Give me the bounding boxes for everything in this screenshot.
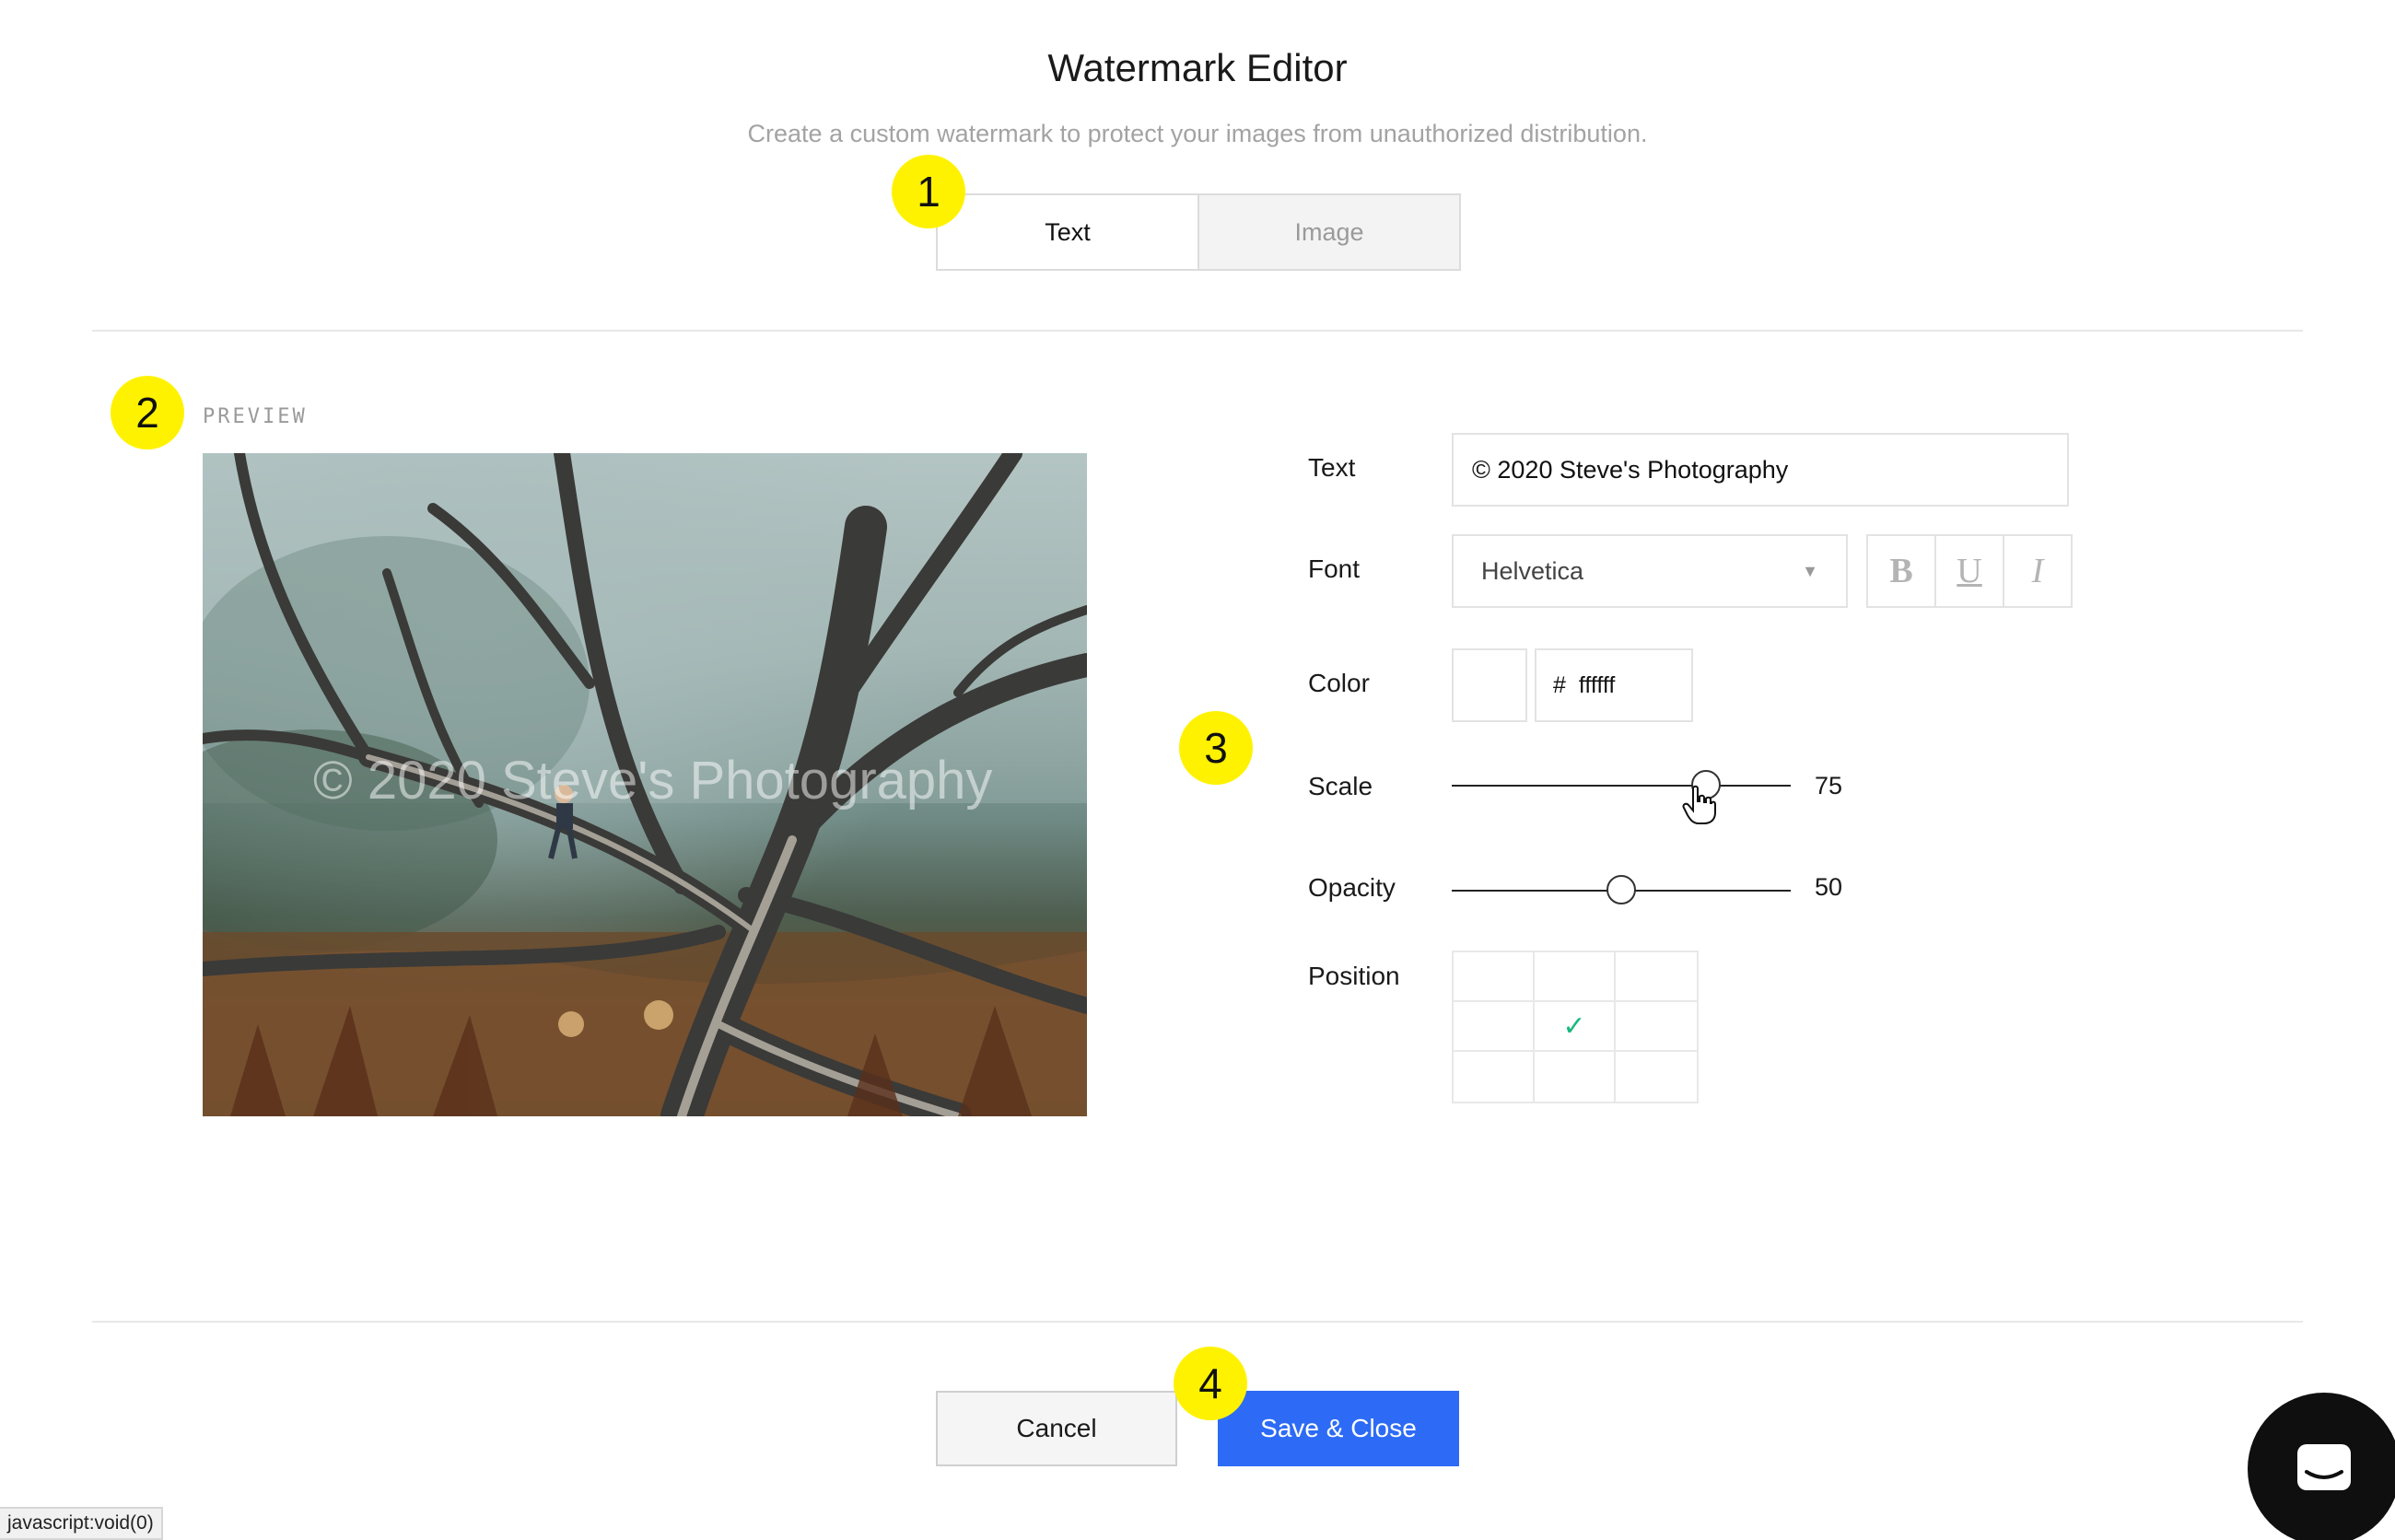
scale-value: 75: [1815, 772, 1843, 799]
position-middle-left[interactable]: [1454, 1002, 1535, 1052]
position-grid: ✓: [1452, 951, 1699, 1103]
preview-label: PREVIEW: [203, 405, 308, 428]
top-divider: [92, 330, 2303, 332]
bold-button[interactable]: B: [1868, 536, 1936, 606]
status-bar-url: javascript:void(0): [0, 1507, 163, 1540]
color-hex-input[interactable]: # ffffff: [1535, 648, 1693, 722]
text-label: Text: [1308, 453, 1356, 482]
watermark-overlay: © 2020 Steve's Photography: [313, 751, 993, 811]
scale-slider[interactable]: [1452, 770, 1791, 799]
color-hex-value: ffffff: [1578, 671, 1616, 698]
chevron-down-icon: ▼: [1802, 561, 1818, 580]
color-label: Color: [1308, 669, 1370, 697]
font-label: Font: [1308, 554, 1361, 583]
page-title: Watermark Editor: [1047, 46, 1348, 89]
save-close-button[interactable]: Save & Close: [1218, 1391, 1459, 1466]
position-bottom-right[interactable]: [1616, 1052, 1697, 1102]
position-middle-right[interactable]: [1616, 1002, 1697, 1052]
scale-label: Scale: [1308, 772, 1373, 800]
position-bottom-left[interactable]: [1454, 1052, 1535, 1102]
step-badge-3: 3: [1179, 711, 1253, 785]
cancel-button[interactable]: Cancel: [936, 1391, 1177, 1466]
step-badge-2: 2: [111, 376, 184, 449]
chat-launcher-button[interactable]: [2248, 1393, 2395, 1540]
hand-cursor-icon: [1682, 785, 1716, 824]
watermark-type-tabs: Text Image: [936, 193, 1461, 271]
position-top-center[interactable]: [1535, 952, 1616, 1002]
text-style-group: B U I: [1866, 534, 2073, 608]
color-swatch[interactable]: [1452, 648, 1527, 722]
chat-icon: [2297, 1444, 2351, 1490]
bottom-divider: [92, 1321, 2303, 1323]
opacity-slider-handle[interactable]: [1606, 875, 1636, 904]
position-bottom-center[interactable]: [1535, 1052, 1616, 1102]
opacity-label: Opacity: [1308, 873, 1396, 902]
position-label: Position: [1308, 962, 1400, 990]
watermark-text-input[interactable]: © 2020 Steve's Photography: [1452, 433, 2069, 507]
position-top-right[interactable]: [1616, 952, 1697, 1002]
italic-button[interactable]: I: [2004, 536, 2071, 606]
tab-text[interactable]: Text: [938, 195, 1198, 269]
opacity-slider[interactable]: [1452, 875, 1791, 904]
underline-button[interactable]: U: [1936, 536, 2004, 606]
position-center[interactable]: ✓: [1535, 1002, 1616, 1052]
page-subtitle: Create a custom watermark to protect you…: [747, 120, 1648, 147]
font-select-value: Helvetica: [1481, 556, 1584, 585]
preview-image: © 2020 Steve's Photography: [203, 453, 1087, 1116]
tab-image[interactable]: Image: [1198, 195, 1459, 269]
position-top-left[interactable]: [1454, 952, 1535, 1002]
step-badge-1: 1: [892, 155, 965, 228]
font-select[interactable]: Helvetica ▼: [1452, 534, 1848, 608]
opacity-value: 50: [1815, 873, 1843, 901]
hash-symbol: #: [1553, 671, 1566, 698]
step-badge-4: 4: [1174, 1347, 1247, 1420]
